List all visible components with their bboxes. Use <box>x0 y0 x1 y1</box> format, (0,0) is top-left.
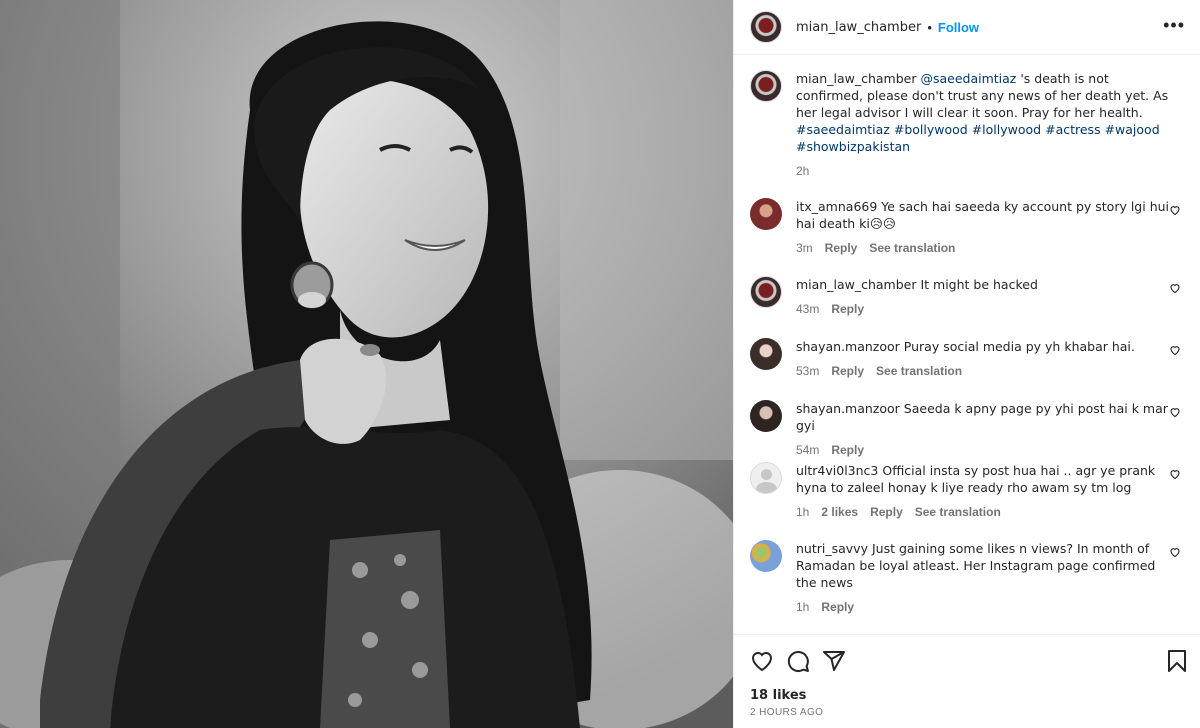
comment-item: shayan.manzoor Saeeda k apny page py yhi… <box>750 400 1185 459</box>
separator-dot: • <box>927 19 932 35</box>
mention-link[interactable]: @saeedaimtiaz <box>920 71 1016 86</box>
comment-time: 43m <box>796 302 820 316</box>
like-comment-heart-icon[interactable] <box>1169 406 1181 418</box>
like-comment-heart-icon[interactable] <box>1169 344 1181 356</box>
caption: mian_law_chamber @saeedaimtiaz 's death … <box>750 70 1185 180</box>
comment-likes-count[interactable]: 2 likes <box>821 504 858 521</box>
comment-avatar[interactable] <box>750 198 782 230</box>
comment-text: Puray social media py yh khabar hai. <box>903 339 1135 354</box>
post-header: mian_law_chamber • Follow ••• <box>734 0 1200 55</box>
comment-username[interactable]: ultr4vi0l3nc3 <box>796 463 878 478</box>
comment-avatar[interactable] <box>750 540 782 572</box>
comment-username[interactable]: nutri_savvy <box>796 541 868 556</box>
like-heart-icon[interactable] <box>750 649 774 673</box>
post-timestamp: 2 HOURS AGO <box>750 707 824 718</box>
caption-time: 2h <box>796 164 810 178</box>
comment-item: shayan.manzoor Puray social media py yh … <box>750 338 1185 380</box>
like-comment-heart-icon[interactable] <box>1169 468 1181 480</box>
comment-avatar[interactable] <box>750 276 782 308</box>
comment-time: 3m <box>796 241 813 255</box>
caption-username[interactable]: mian_law_chamber <box>796 71 916 86</box>
hashtag-link[interactable]: #actress <box>1045 122 1101 137</box>
reply-button[interactable]: Reply <box>831 301 864 318</box>
comment-username[interactable]: shayan.manzoor <box>796 401 900 416</box>
comment-username[interactable]: mian_law_chamber <box>796 277 916 292</box>
hashtag-link[interactable]: #bollywood <box>894 122 968 137</box>
save-bookmark-icon[interactable] <box>1165 649 1189 673</box>
like-comment-heart-icon[interactable] <box>1169 282 1181 294</box>
comments-list[interactable]: mian_law_chamber @saeedaimtiaz 's death … <box>734 56 1200 634</box>
like-comment-heart-icon[interactable] <box>1169 546 1181 558</box>
comment-item: mian_law_chamber It might be hacked 43m … <box>750 276 1185 318</box>
see-translation-button[interactable]: See translation <box>876 363 962 380</box>
reply-button[interactable]: Reply <box>821 599 854 616</box>
comment-avatar[interactable] <box>750 338 782 370</box>
like-comment-heart-icon[interactable] <box>1169 204 1181 216</box>
comment-text: It might be hacked <box>920 277 1038 292</box>
more-options-icon[interactable]: ••• <box>1163 16 1185 34</box>
author-username[interactable]: mian_law_chamber <box>796 20 921 35</box>
comment-item: itx_amna669 Ye sach hai saeeda ky accoun… <box>750 198 1185 257</box>
post-image[interactable] <box>0 0 733 728</box>
see-translation-button[interactable]: See translation <box>915 504 1001 521</box>
author-avatar[interactable] <box>750 11 782 43</box>
follow-button[interactable]: Follow <box>938 20 979 35</box>
reply-button[interactable]: Reply <box>870 504 903 521</box>
share-icon[interactable] <box>822 649 846 673</box>
comment-avatar[interactable] <box>750 400 782 432</box>
caption-avatar[interactable] <box>750 70 782 102</box>
comment-username[interactable]: itx_amna669 <box>796 199 877 214</box>
likes-count[interactable]: 18 likes <box>750 688 806 703</box>
hashtag-link[interactable]: #wajood <box>1105 122 1160 137</box>
comment-icon[interactable] <box>786 649 810 673</box>
comment-item: nutri_savvy Just gaining some likes n vi… <box>750 540 1185 616</box>
post-actions: 18 likes 2 HOURS AGO <box>734 634 1200 728</box>
reply-button[interactable]: Reply <box>831 363 864 380</box>
reply-button[interactable]: Reply <box>831 442 864 459</box>
comment-time: 1h <box>796 600 810 614</box>
comment-username[interactable]: shayan.manzoor <box>796 339 900 354</box>
comment-time: 53m <box>796 364 820 378</box>
comment-time: 54m <box>796 443 820 457</box>
comment-avatar[interactable] <box>750 462 782 494</box>
hashtag-link[interactable]: #showbizpakistan <box>796 139 910 154</box>
portrait-photo <box>0 0 733 728</box>
see-translation-button[interactable]: See translation <box>869 240 955 257</box>
hashtag-link[interactable]: #lollywood <box>972 122 1041 137</box>
reply-button[interactable]: Reply <box>825 240 858 257</box>
post-detail-panel: mian_law_chamber • Follow ••• mian_law_c… <box>733 0 1200 728</box>
comment-item: ultr4vi0l3nc3 Official insta sy post hua… <box>750 462 1185 521</box>
comment-time: 1h <box>796 505 810 519</box>
hashtag-link[interactable]: #saeedaimtiaz <box>796 122 890 137</box>
